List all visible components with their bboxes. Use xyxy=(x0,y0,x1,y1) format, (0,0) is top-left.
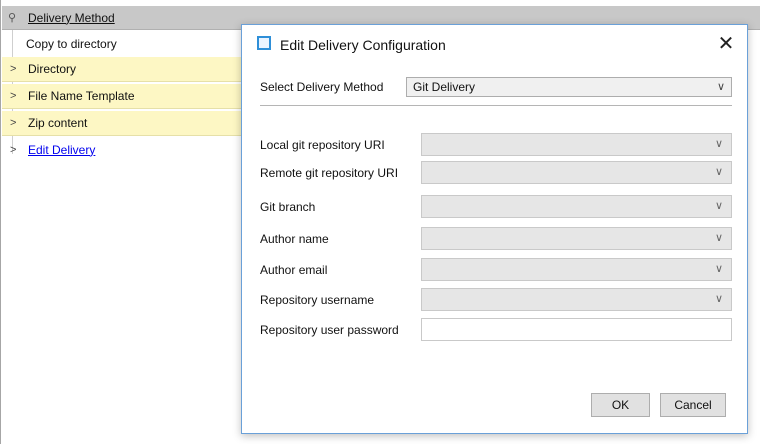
field-label: Git branch xyxy=(260,200,316,214)
chevron-down-icon: ∨ xyxy=(714,263,723,275)
ok-button[interactable]: OK xyxy=(591,393,650,417)
chevron-right-icon[interactable]: > xyxy=(10,144,22,156)
author-email-combo[interactable]: ∨ xyxy=(421,258,732,281)
chevron-right-icon[interactable]: > xyxy=(10,63,22,75)
grid-row-label: Directory xyxy=(28,62,77,76)
delivery-method-select[interactable]: Git Delivery ∨ xyxy=(406,77,732,97)
field-author-name: Author name ∨ xyxy=(260,227,732,251)
field-label: Repository user password xyxy=(260,323,399,337)
chevron-down-icon: ∨ xyxy=(714,138,723,150)
remote-git-uri-combo[interactable]: ∨ xyxy=(421,161,732,184)
field-label: Author name xyxy=(260,232,329,246)
edit-delivery-link[interactable]: Edit Delivery xyxy=(28,143,95,157)
chevron-down-icon: ∨ xyxy=(714,232,723,244)
dialog-titlebar[interactable]: Edit Delivery Configuration ✕ xyxy=(242,25,747,65)
grid-row-zip-content[interactable]: > Zip content xyxy=(2,111,242,136)
field-label: Repository username xyxy=(260,293,375,307)
dialog-title: Edit Delivery Configuration xyxy=(280,37,446,53)
chevron-down-icon: ∨ xyxy=(714,166,723,178)
chevron-down-icon: ∨ xyxy=(716,81,725,93)
delivery-method-row: Select Delivery Method Git Delivery ∨ xyxy=(260,77,732,99)
field-repository-username: Repository username ∨ xyxy=(260,288,732,312)
grid-row-edit-delivery[interactable]: > Edit Delivery xyxy=(2,137,95,162)
chevron-right-icon[interactable]: > xyxy=(10,117,22,129)
grid-left-border xyxy=(0,0,1,444)
repository-username-combo[interactable]: ∨ xyxy=(421,288,732,311)
local-git-uri-combo[interactable]: ∨ xyxy=(421,133,732,156)
delivery-method-label: Select Delivery Method xyxy=(260,80,384,94)
chevron-down-icon: ∨ xyxy=(714,293,723,305)
grid-row-label: Copy to directory xyxy=(26,36,117,51)
field-repository-password: Repository user password xyxy=(260,318,732,342)
field-label: Author email xyxy=(260,263,328,277)
chevron-down-icon: ∨ xyxy=(714,200,723,212)
grid-row-copy-to-directory[interactable]: Copy to directory xyxy=(2,31,242,56)
field-git-branch: Git branch ∨ xyxy=(260,195,732,219)
delivery-method-value: Git Delivery xyxy=(413,80,476,94)
edit-delivery-dialog: Edit Delivery Configuration ✕ Select Del… xyxy=(241,24,748,434)
grid-header-label: Delivery Method xyxy=(28,10,115,25)
window-icon xyxy=(257,36,271,50)
author-name-combo[interactable]: ∨ xyxy=(421,227,732,250)
repository-password-input[interactable] xyxy=(421,318,732,341)
field-local-git-uri: Local git repository URI ∨ xyxy=(260,133,732,157)
field-author-email: Author email ∨ xyxy=(260,258,732,282)
separator xyxy=(260,105,732,106)
field-remote-git-uri: Remote git repository URI ∨ xyxy=(260,161,732,185)
field-label: Local git repository URI xyxy=(260,138,385,152)
close-icon[interactable]: ✕ xyxy=(715,33,737,55)
grid-row-label: Zip content xyxy=(28,116,88,130)
chevron-right-icon[interactable]: > xyxy=(10,90,22,102)
grid-row-directory[interactable]: > Directory xyxy=(2,57,242,82)
git-branch-combo[interactable]: ∨ xyxy=(421,195,732,218)
grid-row-label: File Name Template xyxy=(28,89,135,103)
grid-row-file-name-template[interactable]: > File Name Template xyxy=(2,84,242,109)
field-label: Remote git repository URI xyxy=(260,166,399,180)
pin-icon[interactable]: ⚲ xyxy=(8,11,22,24)
cancel-button[interactable]: Cancel xyxy=(660,393,726,417)
